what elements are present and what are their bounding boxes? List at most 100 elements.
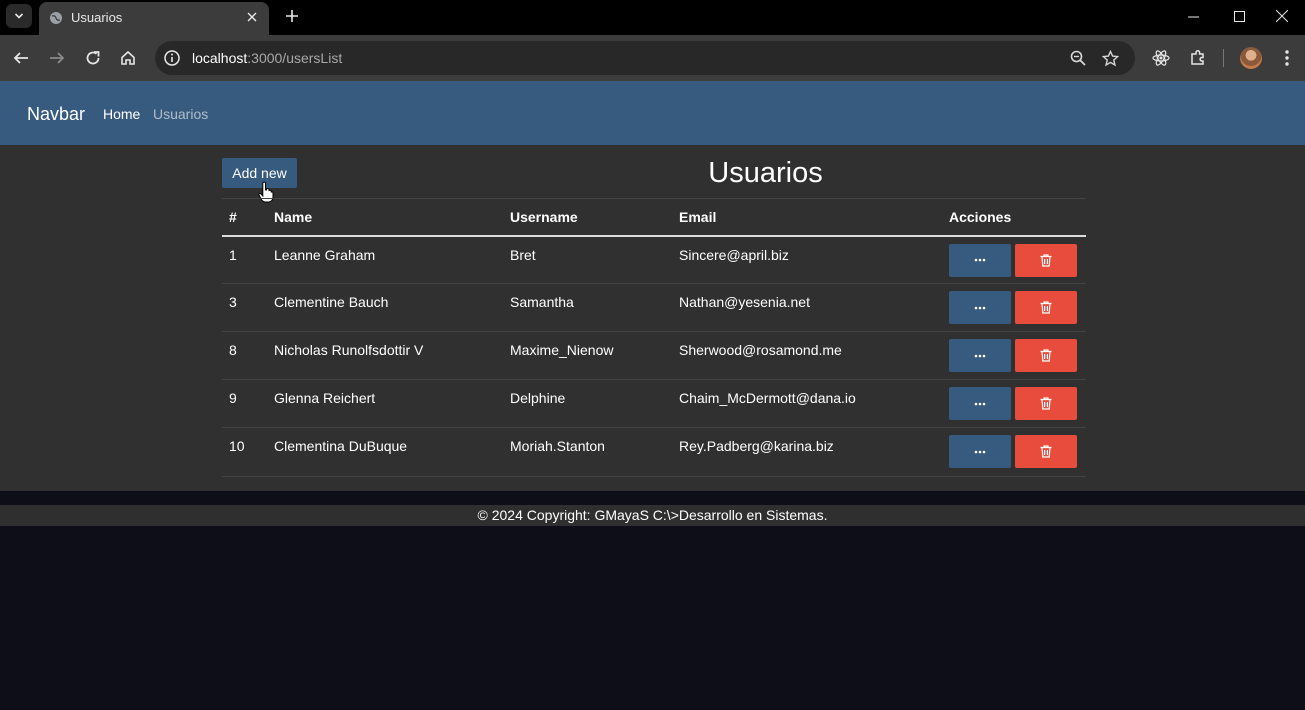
browser-menu-button[interactable]: [1273, 44, 1301, 72]
arrow-left-icon: [13, 52, 28, 64]
url-text[interactable]: localhost:3000/usersList: [192, 50, 342, 66]
close-icon: [247, 12, 257, 22]
zoom-icon: [1070, 50, 1086, 66]
reload-button[interactable]: [79, 44, 107, 72]
user-username: Bret: [503, 235, 672, 284]
user-id: 9: [222, 379, 267, 428]
ellipsis-icon: [974, 306, 986, 309]
users-table: # Name Username Email Acciones 1 Leanne …: [222, 198, 1086, 477]
puzzle-icon: [1191, 49, 1204, 65]
reload-icon: [86, 51, 100, 65]
minimize-button[interactable]: [1170, 0, 1216, 32]
user-id: 3: [222, 283, 267, 332]
footer: © 2024 Copyright: GMayaS C:\>Desarrollo …: [0, 505, 1305, 526]
user-id: 1: [222, 235, 267, 284]
arrow-right-icon: [50, 52, 65, 64]
delete-button[interactable]: [1015, 291, 1077, 324]
back-button[interactable]: [7, 44, 35, 72]
column-header-email: Email: [672, 198, 942, 237]
home-button[interactable]: [114, 44, 142, 72]
details-button[interactable]: [949, 339, 1011, 372]
forward-button[interactable]: [43, 44, 71, 72]
user-username: Moriah.Stanton: [503, 427, 672, 477]
navbar-brand[interactable]: Navbar: [27, 104, 85, 125]
ellipsis-icon: [974, 402, 986, 405]
delete-button[interactable]: [1015, 339, 1077, 372]
details-button[interactable]: [949, 435, 1011, 468]
new-tab-button[interactable]: [280, 4, 304, 28]
table-row: 9 Glenna Reichert Delphine Chaim_McDermo…: [222, 379, 1086, 428]
column-header-username: Username: [503, 198, 672, 237]
table-row: 1 Leanne Graham Bret Sincere@april.biz: [222, 235, 1086, 284]
browser-toolbar: localhost:3000/usersList: [0, 35, 1305, 81]
details-button[interactable]: [949, 243, 1011, 277]
ellipsis-icon: [974, 354, 986, 357]
site-info-icon[interactable]: [163, 49, 181, 67]
address-bar[interactable]: localhost:3000/usersList: [155, 41, 1135, 75]
react-icon: [1152, 50, 1170, 66]
table-row: 3 Clementine Bauch Samantha Nathan@yesen…: [222, 283, 1086, 332]
extensions-button[interactable]: [1184, 44, 1212, 72]
column-header-acciones: Acciones: [942, 198, 1086, 237]
delete-button[interactable]: [1015, 435, 1077, 468]
column-header-name: Name: [267, 198, 503, 237]
nav-link-usuarios[interactable]: Usuarios: [153, 106, 208, 122]
user-name: Clementina DuBuque: [267, 427, 503, 477]
more-vertical-icon: [1285, 50, 1289, 66]
trash-icon: [1040, 301, 1052, 314]
nav-link-home[interactable]: Home: [103, 106, 140, 122]
profile-avatar[interactable]: [1240, 47, 1262, 69]
user-email: Sincere@april.biz: [672, 235, 942, 284]
user-email: Chaim_McDermott@dana.io: [672, 379, 942, 428]
window-close-button[interactable]: [1259, 0, 1305, 32]
user-name: Nicholas Runolfsdottir V: [267, 331, 503, 380]
row-actions: [942, 427, 1086, 477]
tab-title: Usuarios: [71, 10, 123, 25]
users-section: Usuarios Add new # Name Username Email A…: [0, 145, 1305, 491]
chevron-down-icon: [14, 13, 24, 19]
home-icon: [121, 50, 135, 65]
page-title: Usuarios: [708, 157, 823, 189]
ellipsis-icon: [974, 258, 986, 262]
zoom-button[interactable]: [1068, 48, 1088, 68]
user-username: Maxime_Nienow: [503, 331, 672, 380]
tab-search-button[interactable]: [6, 4, 32, 28]
row-actions: [942, 235, 1086, 284]
user-id: 8: [222, 331, 267, 380]
user-name: Leanne Graham: [267, 235, 503, 284]
user-email: Rey.Padberg@karina.biz: [672, 427, 942, 477]
react-devtools-button[interactable]: [1147, 44, 1175, 72]
table-header-row: # Name Username Email Acciones: [222, 198, 1086, 237]
column-header-id: #: [222, 198, 267, 237]
toolbar-divider: [1223, 49, 1224, 67]
table-row: 10 Clementina DuBuque Moriah.Stanton Rey…: [222, 427, 1086, 477]
ellipsis-icon: [974, 450, 986, 453]
url-path: :3000/usersList: [247, 50, 343, 66]
user-name: Clementine Bauch: [267, 283, 503, 332]
bookmark-button[interactable]: [1100, 48, 1120, 68]
trash-icon: [1040, 445, 1052, 458]
close-icon: [1276, 10, 1288, 22]
details-button[interactable]: [949, 291, 1011, 324]
user-username: Samantha: [503, 283, 672, 332]
minimize-icon: [1187, 16, 1199, 17]
browser-tabbar: Usuarios: [0, 0, 1305, 35]
close-tab-button[interactable]: [243, 8, 261, 26]
navbar: Navbar Home Usuarios: [0, 81, 1305, 145]
delete-button[interactable]: [1015, 387, 1077, 420]
details-button[interactable]: [949, 387, 1011, 420]
trash-icon: [1040, 349, 1052, 362]
row-actions: [942, 379, 1086, 428]
trash-icon: [1040, 253, 1052, 267]
trash-icon: [1040, 397, 1052, 410]
maximize-icon: [1233, 10, 1245, 22]
globe-icon: [50, 12, 62, 24]
user-username: Delphine: [503, 379, 672, 428]
user-name: Glenna Reichert: [267, 379, 503, 428]
maximize-button[interactable]: [1216, 0, 1262, 32]
row-actions: [942, 331, 1086, 380]
user-email: Sherwood@rosamond.me: [672, 331, 942, 380]
browser-tab[interactable]: Usuarios: [39, 2, 269, 35]
delete-button[interactable]: [1015, 243, 1077, 277]
plus-icon: [286, 10, 298, 22]
